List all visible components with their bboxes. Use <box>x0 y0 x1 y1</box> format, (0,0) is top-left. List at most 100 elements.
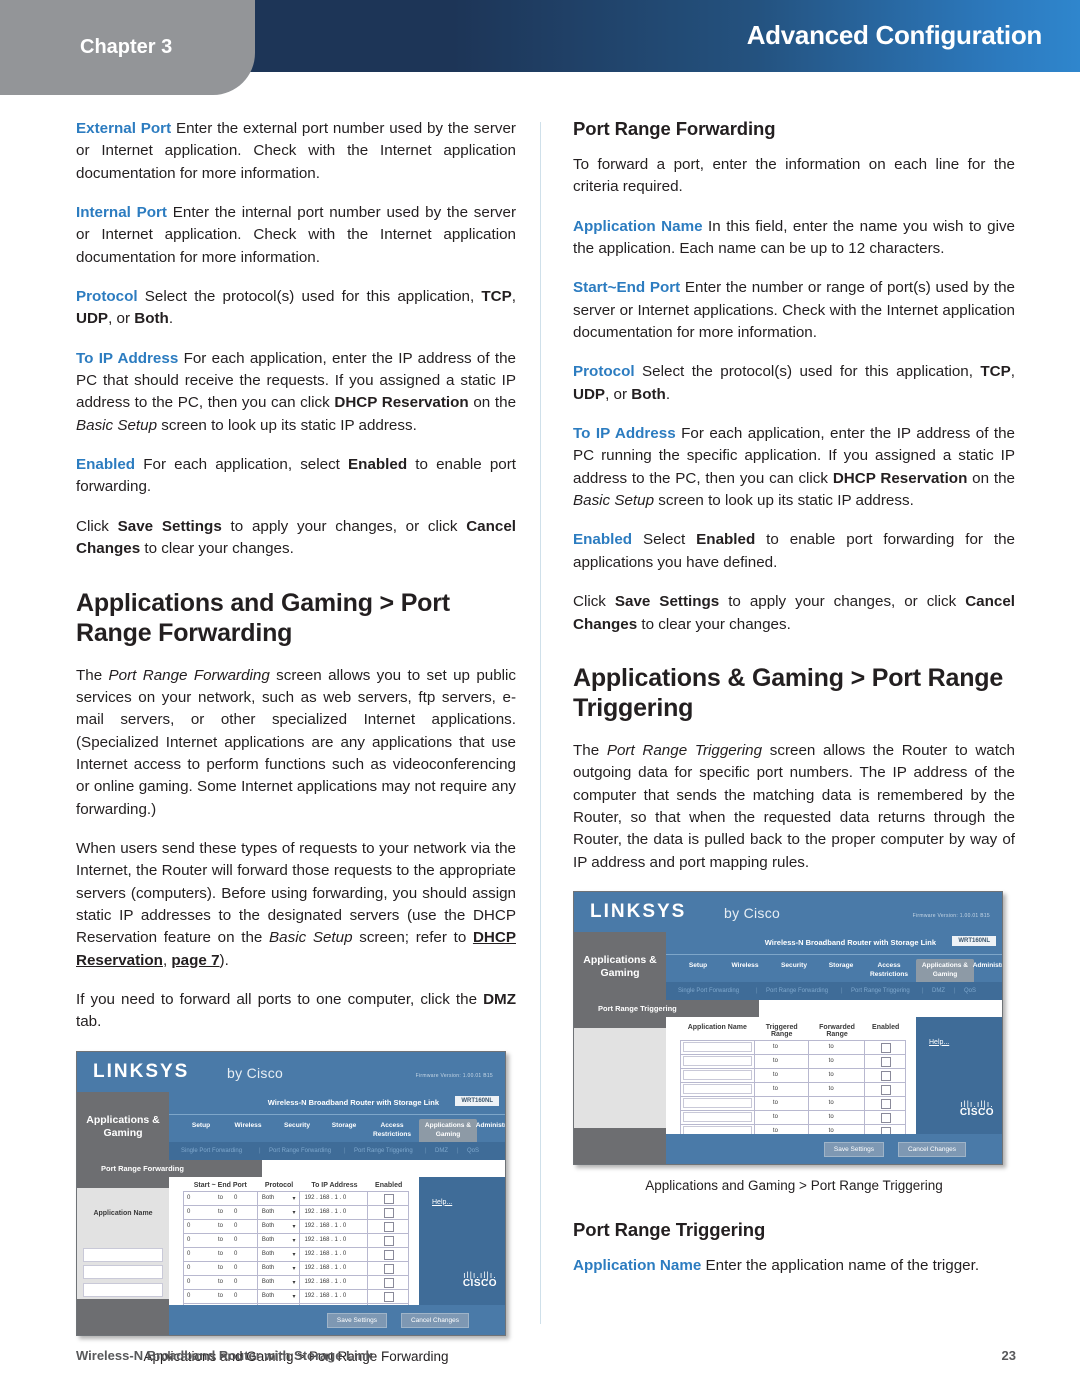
cell-to-ip-address[interactable]: 192 . 168 . 1 . 0 <box>300 1219 368 1233</box>
subnav-single-port-forwarding[interactable]: Single Port Forwarding <box>678 988 739 994</box>
tab-setup[interactable]: Setup <box>181 1122 221 1131</box>
cell-to-ip-address[interactable]: 192 . 168 . 1 . 0 <box>300 1205 368 1219</box>
cell-to-ip-address[interactable]: 192 . 168 . 1 . 0 <box>300 1233 368 1247</box>
cancel-changes-button[interactable]: Cancel Changes <box>400 1312 469 1328</box>
enabled-checkbox[interactable] <box>880 1043 891 1054</box>
tab-storage[interactable]: Storage <box>323 1122 365 1131</box>
cell-application-name[interactable] <box>681 1082 755 1096</box>
enabled-checkbox[interactable] <box>880 1071 891 1082</box>
cell-enabled[interactable] <box>368 1276 408 1289</box>
tab-applications-gaming[interactable]: Applications & Gaming <box>916 958 974 983</box>
tab-security[interactable]: Security <box>275 1122 319 1131</box>
enabled-checkbox[interactable] <box>383 1208 394 1219</box>
help-link[interactable]: Help... <box>929 1039 949 1046</box>
subnav-qos[interactable]: QoS <box>964 988 976 994</box>
cancel-changes-button[interactable]: Cancel Changes <box>897 1141 966 1157</box>
tab-wireless[interactable]: Wireless <box>225 1122 271 1131</box>
cell-enabled[interactable] <box>865 1111 905 1124</box>
tab-storage[interactable]: Storage <box>820 962 862 971</box>
cell-protocol[interactable]: Both▾ <box>258 1205 301 1219</box>
tab-access-restrictions[interactable]: Access Restrictions <box>367 1122 417 1140</box>
enabled-checkbox[interactable] <box>880 1113 891 1124</box>
enabled-checkbox[interactable] <box>880 1057 891 1068</box>
cell-forwarded-range[interactable]: to <box>809 1082 865 1096</box>
cell-enabled[interactable] <box>865 1069 905 1082</box>
subnav-port-range-forwarding[interactable]: Port Range Forwarding <box>269 1148 331 1154</box>
subnav-port-range-triggering[interactable]: Port Range Triggering <box>851 988 910 994</box>
tab-wireless[interactable]: Wireless <box>722 962 768 971</box>
cell-forwarded-range[interactable]: to <box>809 1040 865 1054</box>
link-page-7[interactable]: page 7 <box>171 952 219 969</box>
cell-start-end-port[interactable]: 0to0 <box>184 1261 258 1275</box>
cell-protocol[interactable]: Both▾ <box>258 1191 301 1205</box>
cell-start-end-port[interactable]: 0to0 <box>184 1275 258 1289</box>
cell-triggered-range[interactable]: to <box>755 1068 809 1082</box>
cell-application-name[interactable] <box>681 1054 755 1068</box>
subnav-single-port-forwarding[interactable]: Single Port Forwarding <box>181 1148 242 1154</box>
cell-start-end-port[interactable]: 0to0 <box>184 1219 258 1233</box>
enabled-checkbox[interactable] <box>383 1292 394 1303</box>
cell-forwarded-range[interactable]: to <box>809 1096 865 1110</box>
enabled-checkbox[interactable] <box>383 1194 394 1205</box>
cell-protocol[interactable]: Both▾ <box>258 1289 301 1303</box>
subnav-dmz[interactable]: DMZ <box>435 1148 448 1154</box>
cell-to-ip-address[interactable]: 192 . 168 . 1 . 0 <box>300 1261 368 1275</box>
cell-start-end-port[interactable]: 0to0 <box>184 1205 258 1219</box>
cell-enabled[interactable] <box>368 1206 408 1219</box>
subnav-port-range-triggering[interactable]: Port Range Triggering <box>354 1148 413 1154</box>
cell-application-name[interactable] <box>681 1040 755 1054</box>
cell-triggered-range[interactable]: to <box>755 1082 809 1096</box>
cell-triggered-range[interactable]: to <box>755 1054 809 1068</box>
cell-enabled[interactable] <box>368 1262 408 1275</box>
enabled-checkbox[interactable] <box>383 1222 394 1233</box>
cell-start-end-port[interactable]: 0to0 <box>184 1289 258 1303</box>
enabled-checkbox[interactable] <box>880 1085 891 1096</box>
application-name-input[interactable] <box>83 1265 163 1280</box>
subnav-port-range-forwarding[interactable]: Port Range Forwarding <box>766 988 828 994</box>
cell-triggered-range[interactable]: to <box>755 1096 809 1110</box>
cell-triggered-range[interactable]: to <box>755 1040 809 1054</box>
cell-application-name[interactable] <box>681 1068 755 1082</box>
cell-to-ip-address[interactable]: 192 . 168 . 1 . 0 <box>300 1289 368 1303</box>
cell-start-end-port[interactable]: 0to0 <box>184 1247 258 1261</box>
cell-enabled[interactable] <box>865 1055 905 1068</box>
tab-administration[interactable]: Administration <box>473 1122 505 1131</box>
cell-to-ip-address[interactable]: 192 . 168 . 1 . 0 <box>300 1191 368 1205</box>
cell-enabled[interactable] <box>368 1248 408 1261</box>
cell-protocol[interactable]: Both▾ <box>258 1247 301 1261</box>
cell-start-end-port[interactable]: 0to0 <box>184 1191 258 1205</box>
cell-enabled[interactable] <box>865 1041 905 1054</box>
cell-enabled[interactable] <box>865 1083 905 1096</box>
application-name-input[interactable] <box>83 1282 163 1297</box>
subnav-qos[interactable]: QoS <box>467 1148 479 1154</box>
cell-forwarded-range[interactable]: to <box>809 1110 865 1124</box>
tab-administration[interactable]: Administration <box>970 962 1002 971</box>
cell-to-ip-address[interactable]: 192 . 168 . 1 . 0 <box>300 1275 368 1289</box>
cell-enabled[interactable] <box>865 1097 905 1110</box>
cell-enabled[interactable] <box>368 1290 408 1303</box>
cell-protocol[interactable]: Both▾ <box>258 1275 301 1289</box>
cell-protocol[interactable]: Both▾ <box>258 1219 301 1233</box>
cell-forwarded-range[interactable]: to <box>809 1054 865 1068</box>
enabled-checkbox[interactable] <box>383 1236 394 1247</box>
cell-protocol[interactable]: Both▾ <box>258 1233 301 1247</box>
application-name-input[interactable] <box>83 1247 163 1262</box>
cell-to-ip-address[interactable]: 192 . 168 . 1 . 0 <box>300 1247 368 1261</box>
cell-forwarded-range[interactable]: to <box>809 1068 865 1082</box>
cell-application-name[interactable] <box>681 1096 755 1110</box>
cell-protocol[interactable]: Both▾ <box>258 1261 301 1275</box>
tab-access-restrictions[interactable]: Access Restrictions <box>864 962 914 980</box>
tab-security[interactable]: Security <box>772 962 816 971</box>
cell-enabled[interactable] <box>368 1220 408 1233</box>
subnav-dmz[interactable]: DMZ <box>932 988 945 994</box>
save-settings-button[interactable]: Save Settings <box>326 1312 387 1328</box>
enabled-checkbox[interactable] <box>383 1278 394 1289</box>
enabled-checkbox[interactable] <box>880 1099 891 1110</box>
cell-enabled[interactable] <box>368 1234 408 1247</box>
save-settings-button[interactable]: Save Settings <box>823 1141 884 1157</box>
enabled-checkbox[interactable] <box>383 1250 394 1261</box>
cell-application-name[interactable] <box>681 1110 755 1124</box>
tab-applications-gaming[interactable]: Applications & Gaming <box>419 1118 477 1143</box>
help-link[interactable]: Help... <box>432 1199 452 1206</box>
tab-setup[interactable]: Setup <box>678 962 718 971</box>
